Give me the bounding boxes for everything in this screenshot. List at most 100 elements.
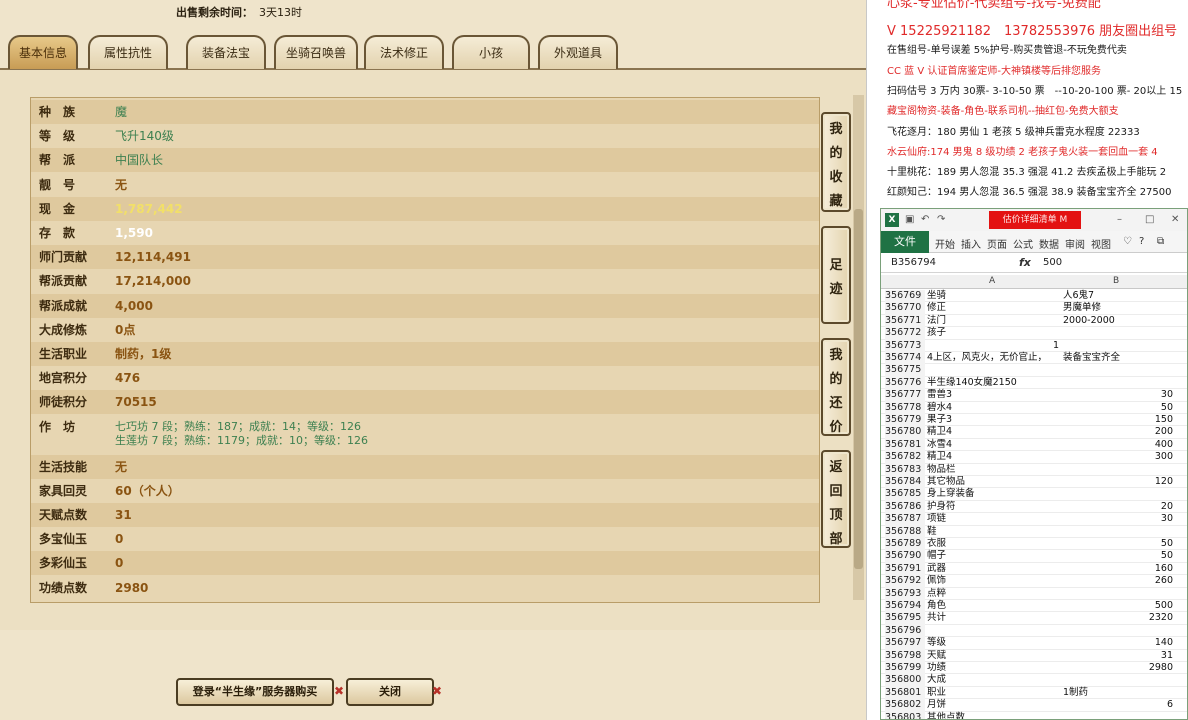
row-number[interactable]: 356774 xyxy=(885,352,925,365)
row-number[interactable]: 356796 xyxy=(885,624,925,638)
cell-a[interactable]: 衣服 xyxy=(927,538,946,550)
cell-a[interactable]: 护身符 xyxy=(927,501,956,513)
cell-a[interactable]: 冰雪4 xyxy=(927,439,952,451)
cell-a[interactable]: 精卫4 xyxy=(927,426,952,438)
cell-b[interactable]: 150 xyxy=(1061,414,1173,426)
cell-a[interactable]: 法门 xyxy=(927,315,946,327)
cell-b[interactable]: 30 xyxy=(1061,513,1173,525)
excel-file-tab[interactable]: 文件 xyxy=(881,231,929,253)
cell-a[interactable]: 项链 xyxy=(927,513,946,525)
ribbon-tab-insert[interactable]: 插入 xyxy=(961,236,981,251)
cell-a[interactable]: 帽子 xyxy=(927,550,946,562)
sheet-row[interactable]: 356773 1 xyxy=(881,339,1187,352)
cell-b[interactable]: 31 xyxy=(1061,650,1173,662)
sheet-row[interactable]: 356797 等级 140 xyxy=(881,637,1187,650)
tab-spell-correction[interactable]: 法术修正 xyxy=(364,35,444,69)
sheet-row[interactable]: 356784 其它物品 120 xyxy=(881,476,1187,489)
cell-a[interactable]: 职业 xyxy=(927,687,946,699)
favorites-button[interactable]: 我的收藏 xyxy=(821,112,851,212)
my-bargain-button[interactable]: 我的还价 xyxy=(821,338,851,436)
ribbon-tab-layout[interactable]: 页面 xyxy=(987,236,1007,251)
sheet-row[interactable]: 356778 碧水4 50 xyxy=(881,401,1187,414)
help-icon[interactable]: ? xyxy=(1139,236,1144,247)
sheet-row[interactable]: 356800 大成 xyxy=(881,674,1187,687)
cell-a[interactable]: 天赋 xyxy=(927,650,946,662)
sheet-row[interactable]: 356785 身上穿装备 xyxy=(881,488,1187,501)
sheet-row[interactable]: 356794 角色 500 xyxy=(881,600,1187,613)
ribbon-heart-icon[interactable]: ♡ xyxy=(1123,236,1132,247)
formula-input[interactable]: 500 xyxy=(1043,257,1062,268)
sheet-row[interactable]: 356788 鞋 xyxy=(881,525,1187,538)
cell-b[interactable]: 2320 xyxy=(1061,612,1173,624)
cell-a[interactable]: 其他点数 xyxy=(927,712,965,719)
cell-b[interactable]: 20 xyxy=(1061,501,1173,513)
sheet-row[interactable]: 356777 雷兽3 30 xyxy=(881,389,1187,402)
ribbon-tab-data[interactable]: 数据 xyxy=(1039,236,1059,251)
sheet-row[interactable]: 356791 武器 160 xyxy=(881,562,1187,576)
cell-a[interactable]: 其它物品 xyxy=(927,476,965,488)
footprint-button[interactable]: 足迹 xyxy=(821,226,851,324)
row-number[interactable]: 356792 xyxy=(885,575,925,588)
sheet-row[interactable]: 356780 精卫4 200 xyxy=(881,426,1187,439)
ribbon-tab-review[interactable]: 审阅 xyxy=(1065,236,1085,251)
sheet-row[interactable]: 356783 物品栏 xyxy=(881,463,1187,476)
buy-on-server-button[interactable]: 登录“半生缘”服务器购买 xyxy=(176,678,334,706)
sheet-row[interactable]: 356775 xyxy=(881,364,1187,377)
sheet-row[interactable]: 356774 4上区，风克火，无价官止， 装备宝宝齐全 xyxy=(881,352,1187,365)
cell-b[interactable]: 400 xyxy=(1061,439,1173,451)
row-number[interactable]: 356784 xyxy=(885,476,925,489)
cell-b[interactable]: 500 xyxy=(1061,600,1173,612)
cell-a[interactable]: 月饼 xyxy=(927,699,946,711)
row-number[interactable]: 356787 xyxy=(885,513,925,526)
sheet-row[interactable]: 356802 月饼 6 xyxy=(881,699,1187,712)
row-number[interactable]: 356799 xyxy=(885,662,925,675)
save-icon[interactable]: ▣ xyxy=(905,214,914,225)
cell-a[interactable]: 物品栏 xyxy=(927,464,956,476)
row-number[interactable]: 356772 xyxy=(885,327,925,340)
cell-b[interactable]: 160 xyxy=(1061,563,1173,575)
row-number[interactable]: 356791 xyxy=(885,562,925,576)
cell-b[interactable]: 50 xyxy=(1061,402,1173,414)
row-number[interactable]: 356798 xyxy=(885,649,925,662)
sheet-row[interactable]: 356776 半生缘140女魔2150 xyxy=(881,376,1187,390)
sheet-row[interactable]: 356779 果子3 150 xyxy=(881,414,1187,427)
row-number[interactable]: 356779 xyxy=(885,414,925,427)
cell-b[interactable]: 装备宝宝齐全 xyxy=(1063,352,1120,364)
restore-icon[interactable]: ⧉ xyxy=(1157,236,1164,247)
sheet-row[interactable]: 356790 帽子 50 xyxy=(881,550,1187,563)
row-number[interactable]: 356778 xyxy=(885,401,925,414)
sheet-row[interactable]: 356786 护身符 20 xyxy=(881,500,1187,514)
sheet-row[interactable]: 356799 功绩 2980 xyxy=(881,662,1187,675)
row-number[interactable]: 356802 xyxy=(885,699,925,712)
cell-b[interactable]: 2000-2000 xyxy=(1063,315,1115,327)
close-button[interactable]: 关闭 xyxy=(346,678,434,706)
cell-b[interactable]: 50 xyxy=(1061,538,1173,550)
redo-icon[interactable]: ↷ xyxy=(937,214,945,225)
sheet-row[interactable]: 356792 佩饰 260 xyxy=(881,575,1187,588)
cell-a[interactable]: 修正 xyxy=(927,302,946,314)
row-number[interactable]: 356783 xyxy=(885,463,925,476)
cell-a[interactable]: 碧水4 xyxy=(927,402,952,414)
cell-b[interactable]: 50 xyxy=(1061,550,1173,562)
cell-b[interactable]: 300 xyxy=(1061,451,1173,463)
scrollbar[interactable] xyxy=(853,95,864,600)
row-number[interactable]: 356786 xyxy=(885,500,925,514)
row-number[interactable]: 356770 xyxy=(885,302,925,315)
sheet-row[interactable]: 356801 职业 1制药 xyxy=(881,686,1187,700)
tab-appearance[interactable]: 外观道具 xyxy=(538,35,618,69)
sheet-row[interactable]: 356770 修正 男魔单修 xyxy=(881,302,1187,315)
row-number[interactable]: 356781 xyxy=(885,438,925,452)
row-number[interactable]: 356773 xyxy=(885,339,925,352)
row-number[interactable]: 356789 xyxy=(885,538,925,551)
row-number[interactable]: 356790 xyxy=(885,550,925,563)
row-number[interactable]: 356797 xyxy=(885,637,925,650)
cell-b[interactable]: 140 xyxy=(1061,637,1173,649)
row-number[interactable]: 356771 xyxy=(885,314,925,328)
row-number[interactable]: 356794 xyxy=(885,600,925,613)
cell-b[interactable]: 30 xyxy=(1061,389,1173,401)
row-number[interactable]: 356776 xyxy=(885,376,925,390)
cell-a[interactable]: 功绩 xyxy=(927,662,946,674)
row-number[interactable]: 356801 xyxy=(885,686,925,700)
row-number[interactable]: 356769 xyxy=(885,290,925,303)
cell-a[interactable]: 雷兽3 xyxy=(927,389,952,401)
